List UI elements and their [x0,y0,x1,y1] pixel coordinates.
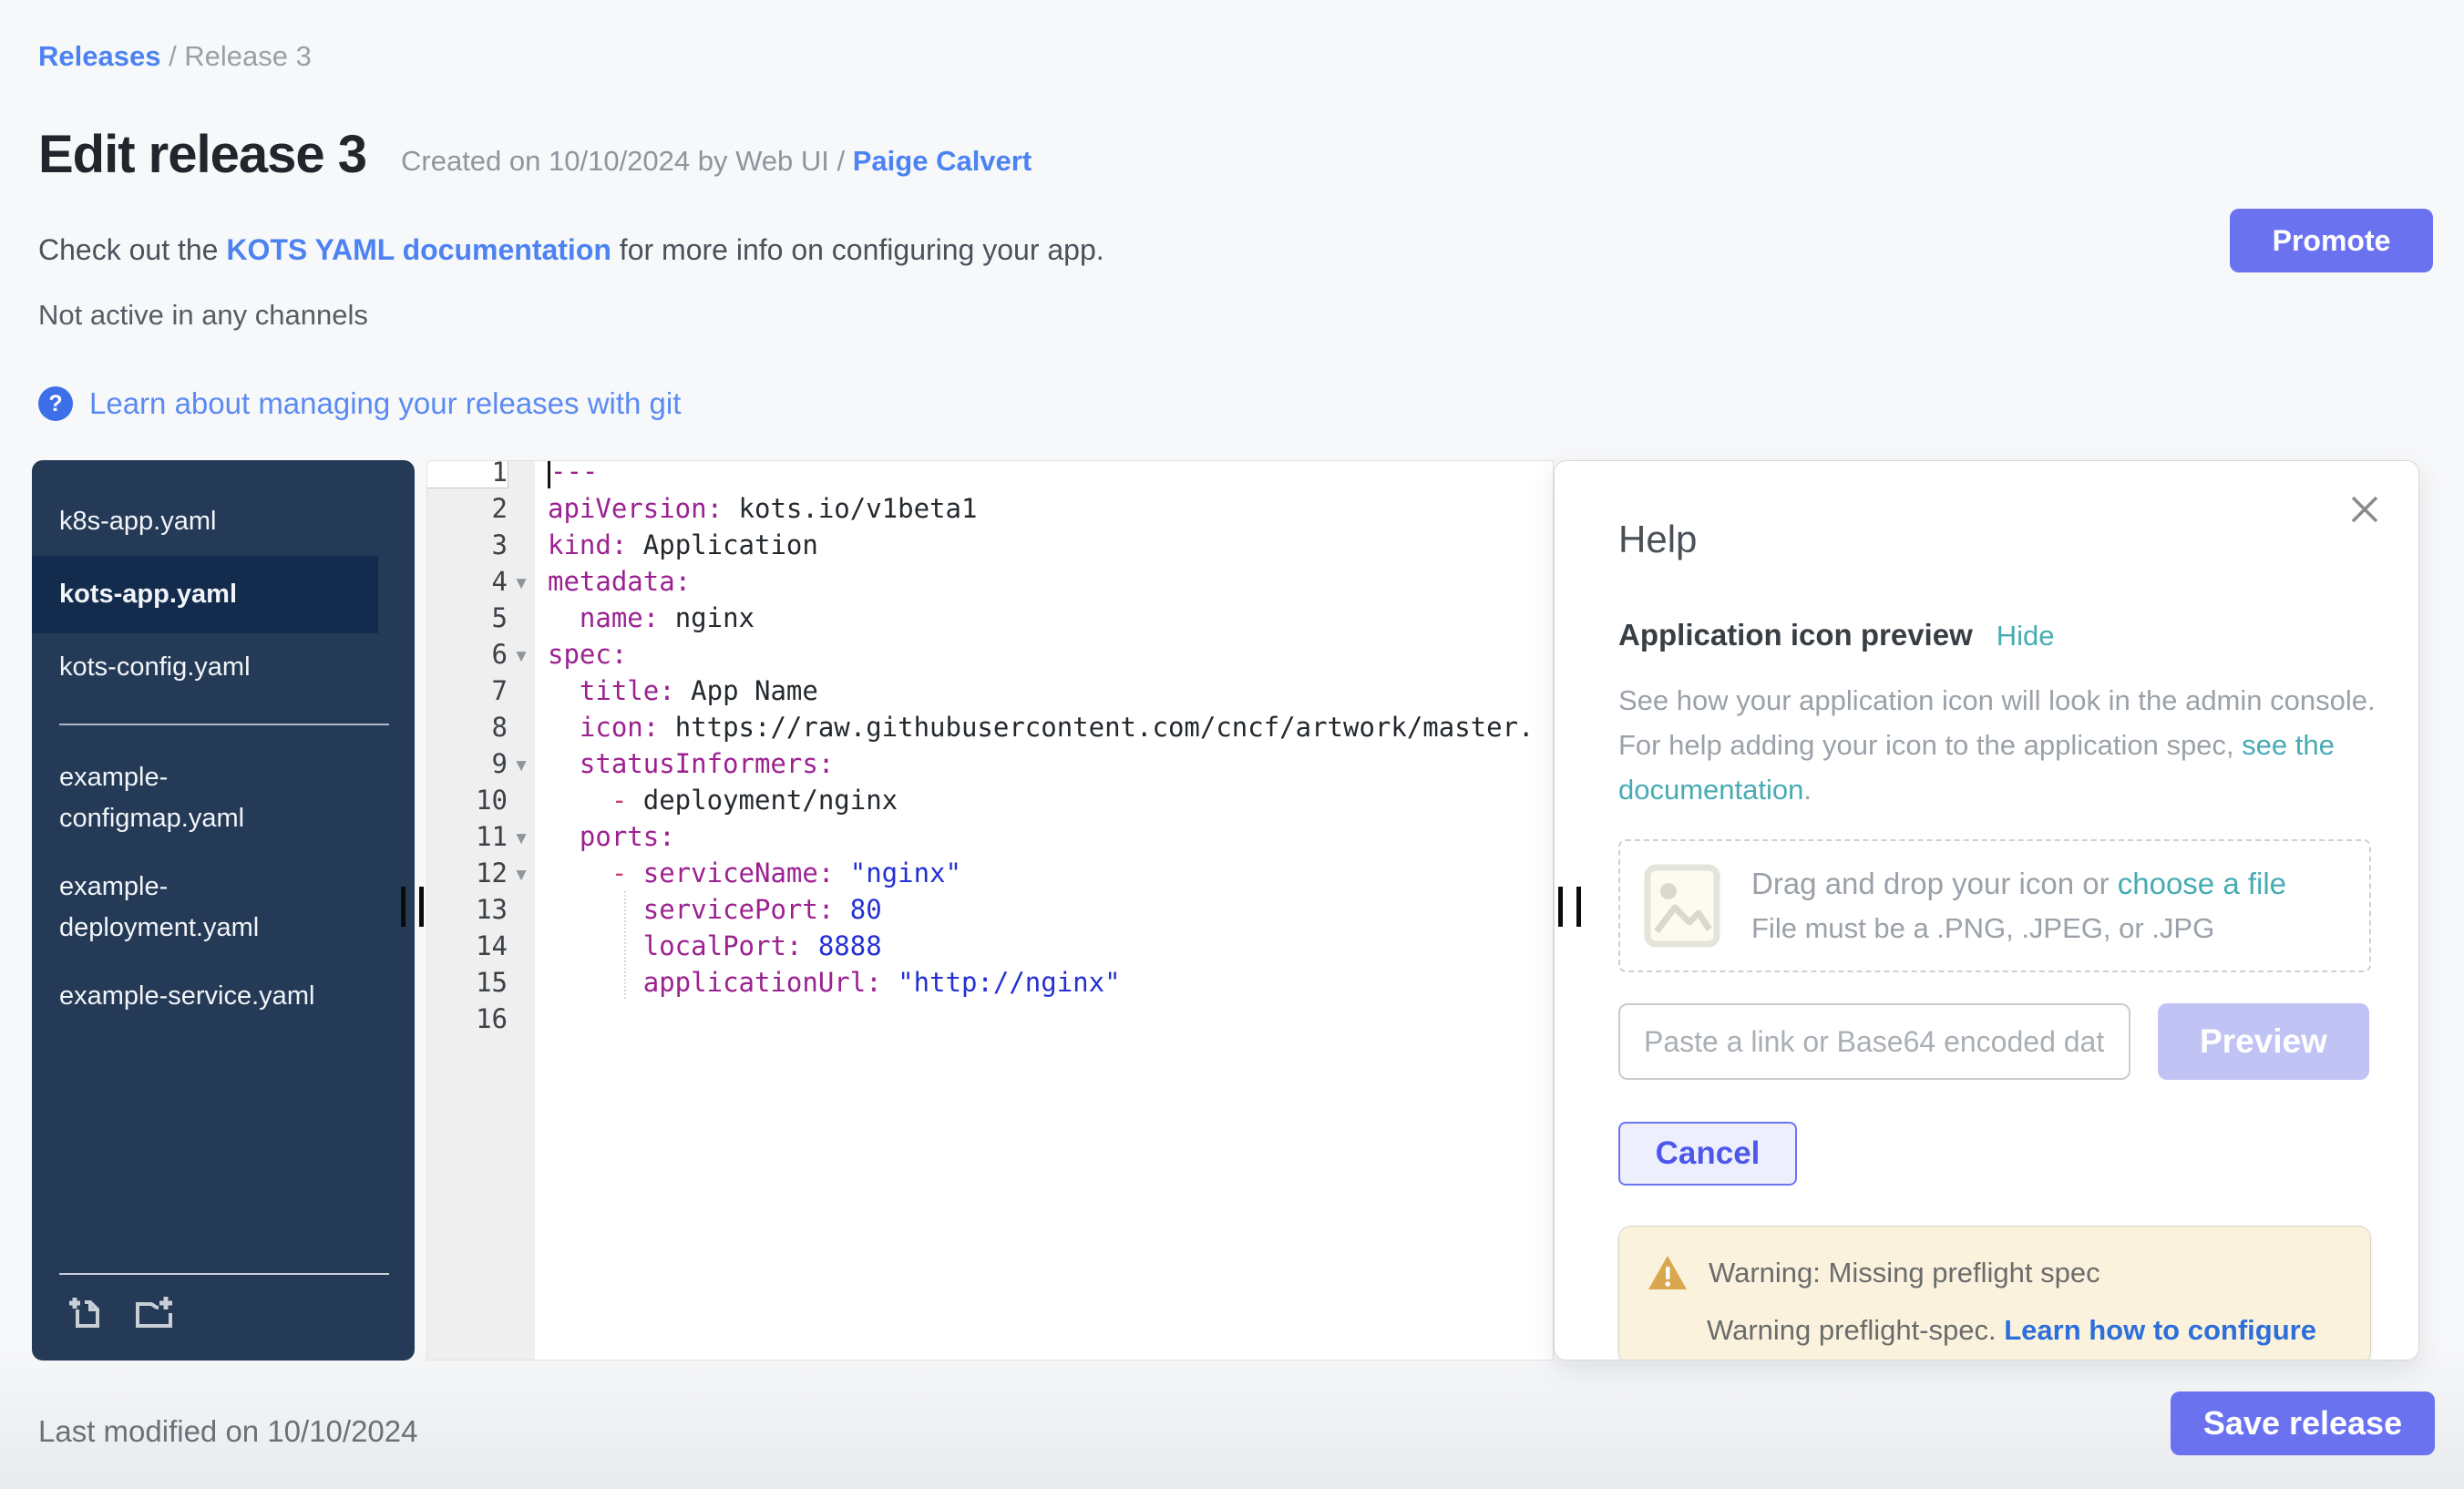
new-folder-icon[interactable] [130,1293,176,1333]
file-requirement: File must be a .PNG, .JPEG, or .JPG [1751,912,2286,945]
choose-file-link[interactable]: choose a file [2118,867,2286,900]
git-learn-link[interactable]: Learn about managing your releases with … [89,386,681,421]
code-line-15[interactable]: 15 applicationUrl: "http://nginx" [427,964,1553,1001]
file-item-k8s-app-yaml[interactable]: k8s-app.yaml [32,488,364,556]
file-tree-sidebar: k8s-app.yamlkots-app.yamlkots-config.yam… [32,460,415,1361]
file-item-example-configmap-yaml[interactable]: example-configmap.yaml [32,744,364,853]
fold-spacer [508,688,535,693]
question-circle-icon: ? [38,386,73,421]
fold-spacer [508,542,535,548]
code-line-9[interactable]: 9▼ statusInformers: [427,745,1553,782]
hide-link[interactable]: Hide [1997,620,2055,652]
last-modified: Last modified on 10/10/2024 [38,1414,417,1449]
breadcrumb: Releases / Release 3 [38,40,312,73]
icon-url-row: Preview [1618,1003,2369,1080]
section-title: Application icon preview [1618,618,1973,652]
file-list: k8s-app.yamlkots-app.yamlkots-config.yam… [32,460,415,1031]
learn-configure-link[interactable]: Learn how to configure [2004,1314,2316,1346]
image-placeholder-icon [1644,862,1720,950]
code-line-1[interactable]: 1--- [427,460,1553,490]
file-group-divider [59,724,389,725]
fold-arrow-icon[interactable]: ▼ [508,751,535,776]
code-line-8[interactable]: 8 icon: https://raw.githubusercontent.co… [427,709,1553,745]
doc-hint: Check out the KOTS YAML documentation fo… [38,233,1104,267]
code-line-5[interactable]: 5 name: nginx [427,600,1553,636]
code-lines: 1---2apiVersion: kots.io/v1beta13kind: A… [427,460,1553,1037]
title-row: Edit release 3 Created on 10/10/2024 by … [38,124,1032,185]
fold-spacer [508,615,535,621]
code-line-11[interactable]: 11▼ ports: [427,818,1553,855]
created-info: Created on 10/10/2024 by Web UI / Paige … [401,145,1032,185]
kots-yaml-doc-link[interactable]: KOTS YAML documentation [226,233,611,266]
code-line-12[interactable]: 12▼ - serviceName: "nginx" [427,855,1553,891]
breadcrumb-releases-link[interactable]: Releases [38,40,160,72]
preflight-warning-box: Warning: Missing preflight spec Warning … [1618,1226,2371,1361]
code-line-7[interactable]: 7 title: App Name [427,673,1553,709]
file-item-example-deployment-yaml[interactable]: example-deployment.yaml [32,853,364,962]
fold-arrow-icon[interactable]: ▼ [508,860,535,886]
page-title: Edit release 3 [38,124,366,185]
breadcrumb-current: Release 3 [184,40,312,72]
fold-spacer [508,943,535,949]
code-line-2[interactable]: 2apiVersion: kots.io/v1beta1 [427,490,1553,527]
icon-dropzone[interactable]: Drag and drop your icon or choose a file… [1618,839,2371,972]
warning-detail: Warning preflight-spec. Learn how to con… [1707,1314,2343,1347]
fold-arrow-icon[interactable]: ▼ [508,824,535,849]
help-title: Help [1618,518,2369,561]
file-item-example-service-yaml[interactable]: example-service.yaml [32,962,364,1031]
fold-spacer [508,724,535,730]
code-line-4[interactable]: 4▼metadata: [427,563,1553,600]
code-line-10[interactable]: 10 - deployment/nginx [427,782,1553,818]
code-line-14[interactable]: 14 localPort: 8888 [427,928,1553,964]
resize-handle-left[interactable] [399,887,425,927]
created-by-link[interactable]: Paige Calvert [853,145,1032,177]
cancel-button[interactable]: Cancel [1618,1122,1797,1186]
resize-handle-right[interactable] [1556,887,1582,927]
breadcrumb-separator: / [160,40,184,72]
fold-spacer [508,797,535,803]
help-panel: Help Application icon preview Hide See h… [1554,460,2419,1361]
fold-arrow-icon[interactable]: ▼ [508,569,535,594]
warning-triangle-icon [1647,1254,1689,1292]
yaml-editor[interactable]: 1---2apiVersion: kots.io/v1beta13kind: A… [426,460,1554,1361]
close-icon[interactable] [2347,492,2382,527]
save-release-button[interactable]: Save release [2171,1391,2435,1455]
help-description: See how your application icon will look … [1618,678,2402,812]
warning-title: Warning: Missing preflight spec [1709,1257,2100,1289]
indent-guide [624,891,626,999]
preview-button[interactable]: Preview [2158,1003,2369,1080]
fold-spacer [508,980,535,985]
dropzone-text: Drag and drop your icon or choose a file… [1751,867,2286,945]
sidebar-footer [59,1273,389,1361]
code-line-16[interactable]: 16 [427,1001,1553,1037]
fold-spacer [508,1016,535,1022]
file-item-kots-config-yaml[interactable]: kots-config.yaml [32,633,364,702]
icon-preview-section-header: Application icon preview Hide [1618,618,2369,652]
code-line-13[interactable]: 13 servicePort: 80 [427,891,1553,928]
git-help-row: ? Learn about managing your releases wit… [38,386,681,421]
fold-spacer [508,469,535,475]
promote-button[interactable]: Promote [2230,209,2433,272]
code-line-6[interactable]: 6▼spec: [427,636,1553,673]
fold-spacer [508,907,535,912]
fold-spacer [508,506,535,511]
icon-url-input[interactable] [1618,1003,2130,1080]
file-item-kots-app-yaml[interactable]: kots-app.yaml [32,556,378,633]
new-file-icon[interactable] [67,1293,107,1333]
channel-status: Not active in any channels [38,299,368,332]
code-line-3[interactable]: 3kind: Application [427,527,1553,563]
fold-arrow-icon[interactable]: ▼ [508,642,535,667]
